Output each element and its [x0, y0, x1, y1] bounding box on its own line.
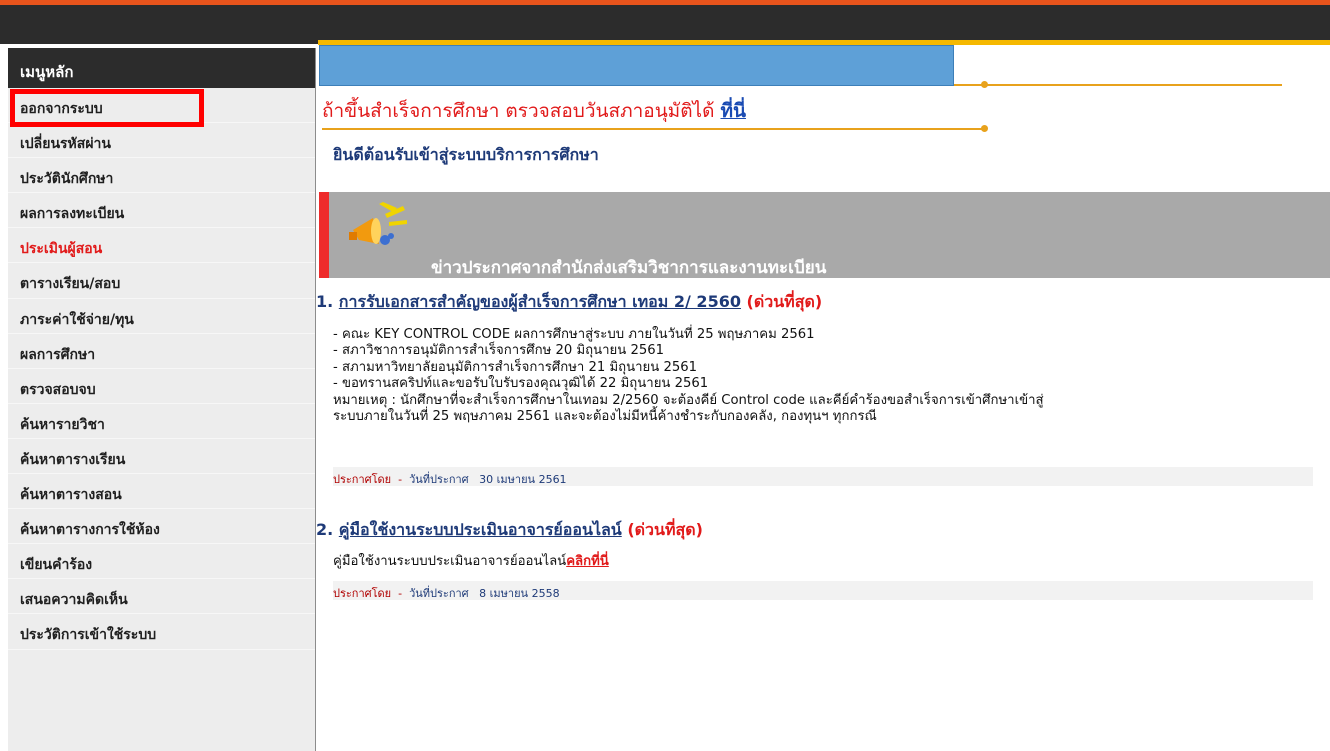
sidebar-item-label: ตารางเรียน/สอบ [20, 276, 121, 293]
urgent-badge: (ด่วนที่สุด) [627, 520, 703, 539]
sidebar-item-label: ประวัตินักศึกษา [20, 171, 114, 188]
news-banner-title: ข่าวประกาศจากสำนักส่งเสริมวิชาการและงานท… [431, 258, 827, 278]
sidebar-item-access-history[interactable]: ประวัติการเข้าใช้ระบบ [8, 614, 315, 650]
announcement-date: 8 เมษายน 2558 [479, 587, 560, 600]
sidebar-item-search-room-schedule[interactable]: ค้นหาตารางการใช้ห้อง [8, 509, 315, 545]
gold-dot [981, 125, 988, 132]
announcement-title: 1. การรับเอกสารสำคัญของผู้สำเร็จการศึกษา… [316, 290, 822, 315]
sidebar-item-evaluate-instructor[interactable]: ประเมินผู้สอน [8, 228, 315, 264]
top-bar [0, 0, 1330, 44]
news-banner: ข่าวประกาศจากสำนักส่งเสริมวิชาการและงานท… [319, 192, 1330, 278]
announcement-text: คู่มือใช้งานระบบประเมินอาจารย์ออนไลน์ [333, 554, 567, 569]
sidebar-item-label: เสนอความคิดเห็น [20, 592, 128, 609]
announcement-line: ระบบภายในวันที่ 25 พฤษภาคม 2561 และจะต้อ… [333, 409, 877, 425]
sidebar-header: เมนูหลัก [8, 48, 315, 88]
urgent-badge: (ด่วนที่สุด) [746, 292, 823, 311]
sidebar-item-label: ผลการศึกษา [20, 346, 96, 363]
alert-text: ถ้าขึ้นสำเร็จการศึกษา ตรวจสอบวันสภาอนุมั… [322, 100, 721, 122]
graduation-alert: ถ้าขึ้นสำเร็จการศึกษา ตรวจสอบวันสภาอนุมั… [322, 96, 746, 126]
announcement-link[interactable]: การรับเอกสารสำคัญของผู้สำเร็จการศึกษา เท… [339, 292, 741, 311]
sidebar-item-label: ค้นหาตารางสอน [20, 487, 122, 504]
sidebar-item-label: ผลการลงทะเบียน [20, 206, 125, 223]
sidebar-item-write-petition[interactable]: เขียนคำร้อง [8, 544, 315, 580]
sidebar-menu: เมนูหลัก ออกจากระบบ เปลี่ยนรหัสผ่าน ประว… [8, 48, 316, 751]
sidebar-item-class-exam-schedule[interactable]: ตารางเรียน/สอบ [8, 263, 315, 299]
sidebar-item-search-teaching-schedule[interactable]: ค้นหาตารางสอน [8, 474, 315, 510]
sidebar-item-expenses-scholarship[interactable]: ภาระค่าใช้จ่าย/ทุน [8, 299, 315, 334]
alert-link[interactable]: ที่นี่ [720, 100, 746, 122]
sidebar-item-label: ภาระค่าใช้จ่าย/ทุน [20, 311, 134, 328]
sidebar-item-grades[interactable]: ผลการศึกษา [8, 334, 315, 369]
announcement-line: - คณะ KEY CONTROL CODE ผลการศึกษาสู่ระบบ… [333, 327, 815, 342]
sidebar-item-label: ค้นหาตารางการใช้ห้อง [20, 522, 160, 539]
sidebar-item-search-class-schedule[interactable]: ค้นหาตารางเรียน [8, 439, 315, 475]
sidebar-item-feedback[interactable]: เสนอความคิดเห็น [8, 579, 315, 615]
sidebar-item-label: เปลี่ยนรหัสผ่าน [20, 136, 111, 153]
sidebar-item-label: ประวัติการเข้าใช้ระบบ [20, 627, 157, 644]
announcement-date: 30 เมษายน 2561 [479, 473, 567, 486]
sidebar-item-label: ประเมินผู้สอน [20, 241, 103, 258]
sidebar-item-search-course[interactable]: ค้นหารายวิชา [8, 404, 315, 439]
announcement-number: 1. [316, 292, 334, 311]
announcement-title: 2. คู่มือใช้งานระบบประเมินอาจารย์ออนไลน์… [316, 518, 703, 543]
sidebar-item-graduation-check[interactable]: ตรวจสอบจบ [8, 369, 315, 404]
sidebar-item-label: ค้นหาตารางเรียน [20, 451, 126, 468]
header-blue-bar [319, 45, 954, 86]
sidebar-item-student-profile[interactable]: ประวัตินักศึกษา [8, 158, 315, 194]
sidebar-item-label: ตรวจสอบจบ [20, 381, 96, 398]
sidebar-item-change-password[interactable]: เปลี่ยนรหัสผ่าน [8, 123, 315, 159]
announcement-line: - สภาวิชาการอนุมัติการสำเร็จการศึกษ 20 ม… [333, 343, 665, 359]
gold-dot [981, 81, 988, 88]
sidebar-item-registration-result[interactable]: ผลการลงทะเบียน [8, 193, 315, 229]
announcement-meta: ประกาศโดย - วันที่ประกาศ 30 เมษายน 2561 [333, 467, 1313, 486]
announcement-link[interactable]: คู่มือใช้งานระบบประเมินอาจารย์ออนไลน์ [339, 520, 622, 539]
announcement-number: 2. [316, 520, 334, 539]
posted-by-label: ประกาศโดย [333, 587, 392, 600]
highlight-annotation-box [10, 89, 204, 127]
date-label: วันที่ประกาศ [409, 473, 469, 486]
sidebar-item-label: ค้นหารายวิชา [20, 416, 105, 433]
sidebar-item-label: เขียนคำร้อง [20, 557, 93, 574]
welcome-text: ยินดีต้อนรับเข้าสู่ระบบบริการการศึกษา [333, 145, 599, 164]
announcement-line: หมายเหตุ : นักศึกษาที่จะสำเร็จการศึกษาใน… [333, 392, 1044, 408]
gold-divider-line [322, 128, 987, 130]
sidebar-item-logout[interactable]: ออกจากระบบ [8, 88, 315, 127]
megaphone-icon [349, 202, 407, 245]
announcement-meta: ประกาศโดย - วันที่ประกาศ 8 เมษายน 2558 [333, 581, 1313, 600]
announcement-line: - ขอทรานสคริปท์และขอรับใบรับรองคุณวุฒิได… [333, 376, 709, 392]
date-label: วันที่ประกาศ [409, 587, 469, 600]
announcement-line: - สภามหาวิทยาลัยอนุมัติการสำเร็จการศึกษา… [333, 359, 698, 375]
announcement-body: - คณะ KEY CONTROL CODE ผลการศึกษาสู่ระบบ… [333, 327, 1044, 425]
banner-red-stripe [319, 192, 329, 278]
main-content: ถ้าขึ้นสำเร็จการศึกษา ตรวจสอบวันสภาอนุมั… [316, 45, 1330, 751]
posted-by-label: ประกาศโดย [333, 473, 392, 486]
click-here-link[interactable]: คลิกที่นี่ [566, 554, 609, 569]
announcement-body: คู่มือใช้งานระบบประเมินอาจารย์ออนไลน์คลิ… [333, 554, 609, 570]
gold-divider-line [954, 84, 1282, 86]
